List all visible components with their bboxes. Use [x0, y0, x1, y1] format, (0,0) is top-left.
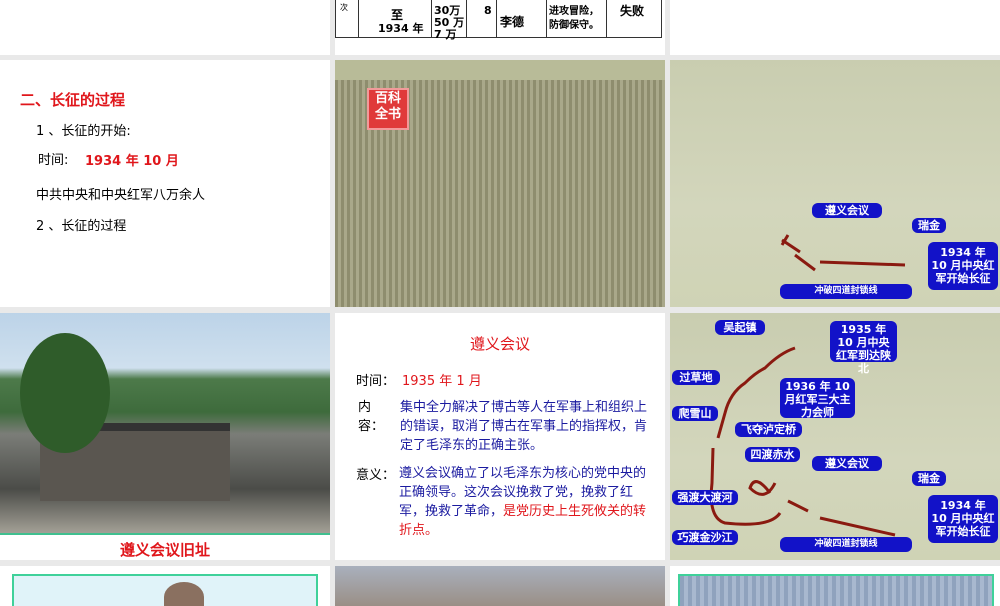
encyclopedia-stamp-logo: 百科全书	[367, 88, 409, 130]
label-ruijin: 瑞金	[912, 471, 946, 486]
slide-thumbnail-3[interactable]	[670, 0, 1000, 55]
table-cell: 防御保守。	[549, 20, 599, 31]
label-grassland: 过草地	[672, 370, 720, 385]
table-cell: 7 万	[434, 28, 457, 41]
table-cell: 失败	[620, 4, 645, 18]
slide-thumbnail-5[interactable]: 百科全书	[335, 60, 665, 307]
slide-text: 中共中央和中央红军八万余人	[36, 188, 206, 203]
slide-text: 遵义会议确立了以毛泽东为核心的党中央的正确领导。这次会议挽救了党，挽救了红军，挽…	[399, 464, 656, 540]
label-dadu: 强渡大渡河	[672, 490, 738, 505]
label-jinsha: 巧渡金沙江	[672, 530, 738, 545]
slide-photo	[12, 574, 318, 606]
slide-thumbnail-1[interactable]	[0, 0, 330, 55]
label-chishui: 四渡赤水	[745, 447, 800, 462]
slide-photo	[678, 574, 994, 606]
label-arrive: 1935 年 10 月中央红军到达陕北	[830, 321, 897, 375]
label-start: 1934 年 10 月中央红军开始长征	[928, 242, 998, 290]
slide-thumbnail-12[interactable]	[670, 566, 1000, 606]
slide-text: 集中全力解决了博古等人在军事上和组织上的错误，取消了博古在军事上的指挥权，肯定了…	[400, 400, 648, 453]
slide-thumbnail-6[interactable]: 遵义会议 瑞金 1934 年 10 月中央红军开始长征 冲破四道封锁线	[670, 60, 1000, 307]
label-zunyi: 遵义会议	[812, 456, 882, 471]
slide-text: 意义：	[356, 468, 396, 483]
slide-text: 时间：	[356, 374, 396, 389]
label-breakthrough: 冲破四道封锁线	[780, 537, 912, 552]
label-ruijin: 瑞金	[912, 218, 946, 233]
slide-thumbnail-8[interactable]: 遵义会议 时间： 1935 年 1 月 内容： 集中全力解决了博古等人在军事上和…	[335, 313, 665, 560]
slide-thumbnail-9[interactable]: 吴起镇 1935 年 10 月中央红军到达陕北 过草地 1936 年 10 月红…	[670, 313, 1000, 560]
slide-text: 1934 年 10 月	[85, 154, 179, 169]
table-cell: 进攻冒险，	[549, 6, 599, 17]
label-start: 1934 年 10 月中央红军开始长征	[928, 495, 998, 543]
slide-caption: 遵义会议旧址	[119, 541, 210, 559]
slide-thumbnail-7[interactable]: 遵义会议旧址	[0, 313, 330, 560]
label-zunyi: 遵义会议	[812, 203, 882, 218]
slide-thumbnail-2[interactable]: 次 至 1934 年 30万 50 万 7 万 8 李德 进攻冒险， 防御保守。…	[335, 0, 665, 55]
slide-text: 内容：	[358, 400, 385, 434]
slide-thumbnail-11[interactable]	[335, 566, 665, 606]
label-wuqi: 吴起镇	[715, 320, 765, 335]
slide-heading: 二、长征的过程	[20, 91, 126, 109]
slide-text: 时间:	[38, 153, 69, 168]
slide-thumbnail-10[interactable]	[0, 566, 330, 606]
table-cell: 次	[340, 3, 348, 12]
slide-text: 1935 年 1 月	[402, 374, 482, 389]
slide-text: 2 、长征的过程	[36, 219, 127, 234]
slide-heading: 遵义会议	[469, 335, 530, 353]
label-luding: 飞夺泸定桥	[735, 422, 802, 437]
table-cell: 8	[484, 4, 492, 17]
zunyi-site-photo	[0, 313, 330, 533]
slide-text: 1 、长征的开始:	[36, 124, 131, 139]
label-meet: 1936 年 10 月红军三大主力会师	[780, 378, 855, 419]
table-cell: 李德	[500, 15, 525, 29]
summary-table: 次 至 1934 年 30万 50 万 7 万 8 李德 进攻冒险， 防御保守。…	[335, 0, 662, 41]
label-snow: 爬雪山	[672, 406, 718, 421]
slide-thumbnail-4[interactable]: 二、长征的过程 1 、长征的开始: 时间: 1934 年 10 月 中共中央和中…	[0, 60, 330, 307]
label-breakthrough: 冲破四道封锁线	[780, 284, 912, 299]
table-cell: 1934 年	[378, 22, 424, 35]
